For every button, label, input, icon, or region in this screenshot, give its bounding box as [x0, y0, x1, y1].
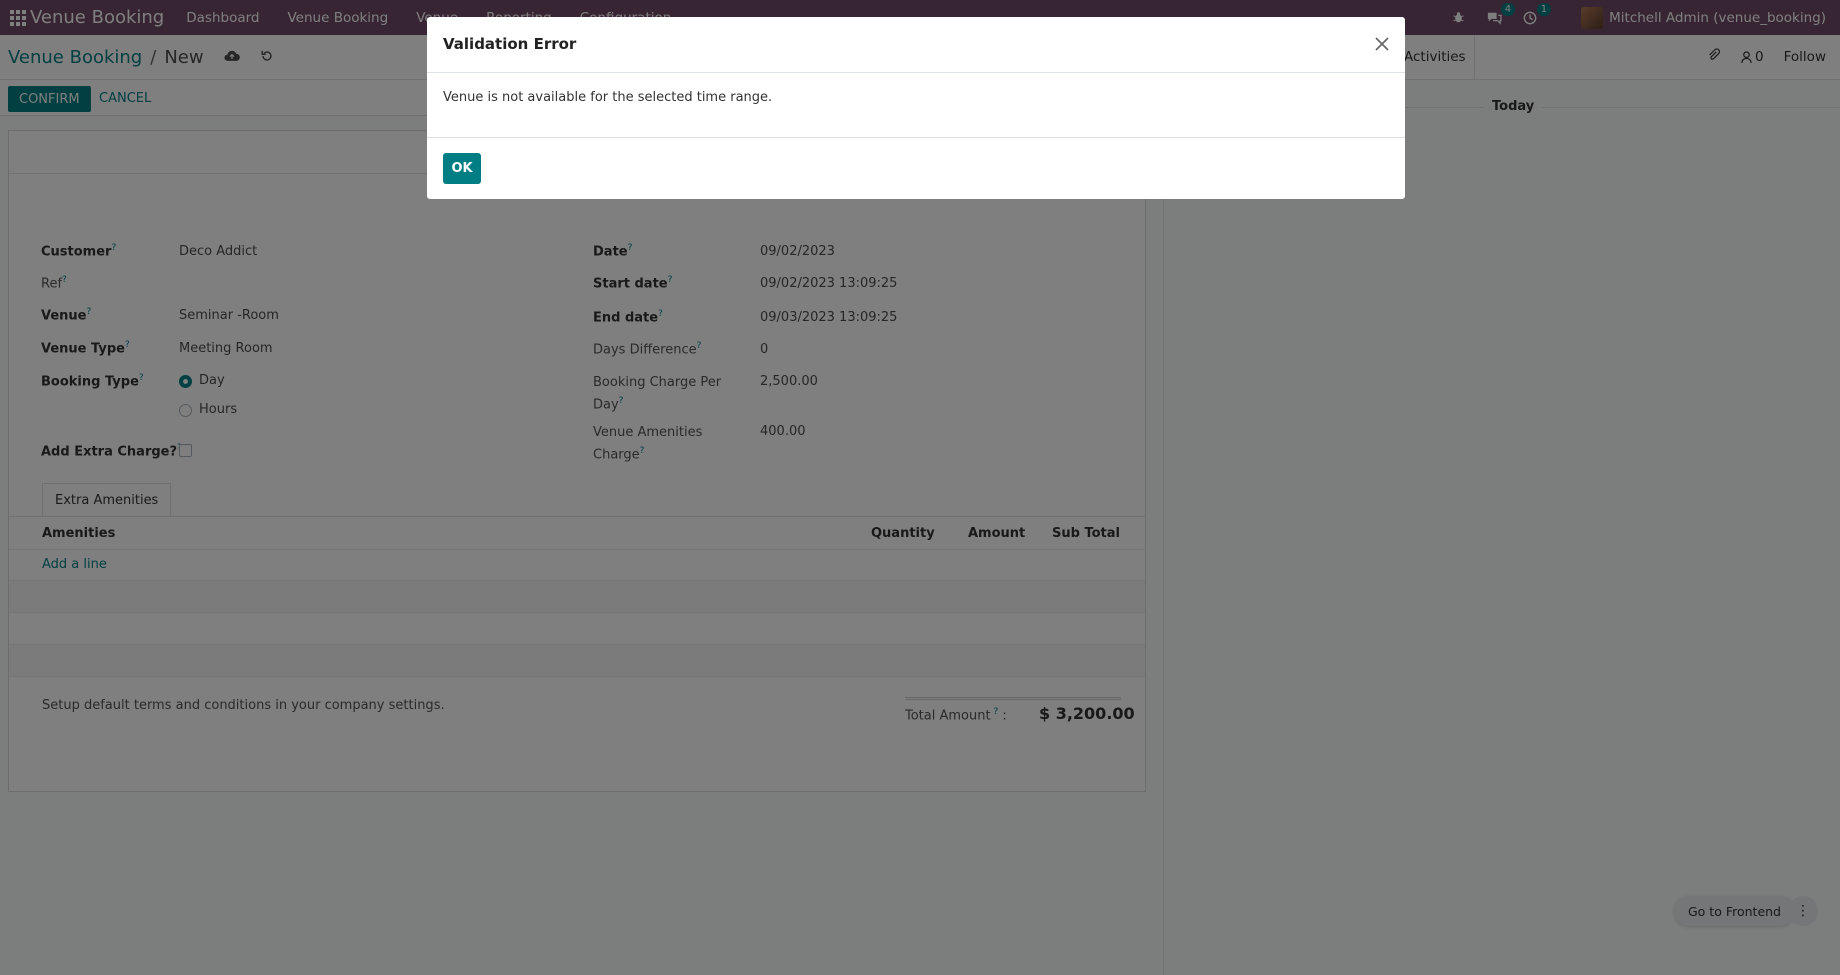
dialog-header: Validation Error: [427, 17, 1405, 73]
close-icon[interactable]: [1371, 33, 1393, 55]
dialog-title: Validation Error: [443, 35, 577, 53]
validation-error-dialog: Validation Error Venue is not available …: [427, 17, 1405, 199]
dialog-footer: OK: [427, 137, 1405, 199]
dialog-message: Venue is not available for the selected …: [443, 90, 773, 105]
ok-button[interactable]: OK: [443, 153, 481, 184]
